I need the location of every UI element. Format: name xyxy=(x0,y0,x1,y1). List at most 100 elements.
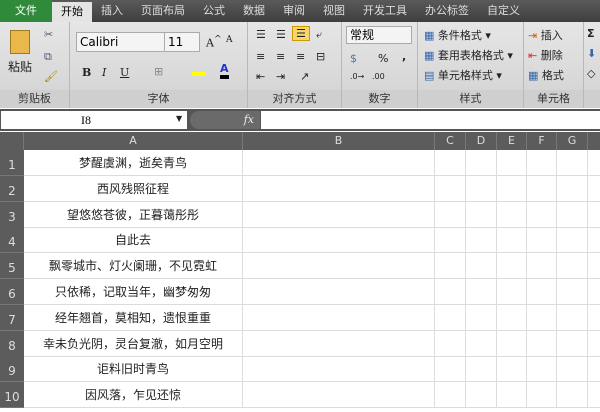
increase-decimal-icon[interactable]: .0→ xyxy=(350,72,364,81)
cell[interactable] xyxy=(527,227,557,254)
cell[interactable] xyxy=(466,253,497,280)
cell[interactable] xyxy=(243,279,435,305)
cell[interactable] xyxy=(527,175,557,202)
tab-office-tab[interactable]: 办公标签 xyxy=(416,0,478,22)
cell[interactable] xyxy=(466,201,497,228)
cell[interactable] xyxy=(435,150,466,176)
name-box[interactable]: I8 xyxy=(1,111,187,129)
wrap-text-icon[interactable]: ⤶ xyxy=(316,28,322,42)
row-header[interactable]: 9 xyxy=(0,356,24,383)
column-header-g[interactable]: G xyxy=(557,132,588,150)
row-header[interactable]: 4 xyxy=(0,227,24,254)
cell-a[interactable]: 飘零城市、灯火阑珊，不见霓虹 xyxy=(24,253,243,280)
name-box-dropdown-icon[interactable]: ▼ xyxy=(176,114,182,123)
decrease-indent-icon[interactable]: ⇤ xyxy=(256,70,265,83)
cell[interactable] xyxy=(527,279,557,305)
column-header-b[interactable]: B xyxy=(243,132,435,150)
cell[interactable] xyxy=(557,201,588,228)
formula-input[interactable] xyxy=(261,111,600,129)
select-all-button[interactable] xyxy=(0,132,24,150)
increase-indent-icon[interactable]: ⇥ xyxy=(276,70,285,83)
cell[interactable] xyxy=(557,356,588,383)
cell[interactable] xyxy=(435,382,466,409)
cell[interactable] xyxy=(527,150,557,176)
cell[interactable] xyxy=(243,175,435,202)
cell[interactable] xyxy=(435,330,466,357)
cell[interactable] xyxy=(466,382,497,409)
tab-formulas[interactable]: 公式 xyxy=(194,0,234,22)
comma-button[interactable]: , xyxy=(402,50,406,63)
cut-icon[interactable]: ✂ xyxy=(44,28,53,41)
cell[interactable] xyxy=(435,201,466,228)
tab-view[interactable]: 视图 xyxy=(314,0,354,22)
autosum-button[interactable]: Σ xyxy=(587,27,595,40)
align-left-icon[interactable]: ≡ xyxy=(256,50,265,63)
cell[interactable] xyxy=(497,253,527,280)
cell[interactable] xyxy=(435,356,466,383)
column-header-c[interactable]: C xyxy=(435,132,466,150)
tab-file[interactable]: 文件 xyxy=(0,0,52,22)
format-as-table-button[interactable]: ▦ 套用表格格式 ▾ xyxy=(424,47,513,63)
copy-icon[interactable]: ⧉ xyxy=(44,50,52,64)
cell-a[interactable]: 只依稀，记取当年，幽梦匆匆 xyxy=(24,279,243,305)
cell-styles-button[interactable]: ▤ 单元格样式 ▾ xyxy=(424,67,502,83)
cell[interactable] xyxy=(435,175,466,202)
tab-custom[interactable]: 自定义 xyxy=(478,0,529,22)
row-header[interactable]: 7 xyxy=(0,304,24,331)
cell[interactable] xyxy=(497,279,527,305)
cell[interactable] xyxy=(497,382,527,409)
cell[interactable] xyxy=(557,253,588,280)
delete-cells-button[interactable]: ⇤ 删除 xyxy=(528,47,563,63)
column-header-d[interactable]: D xyxy=(466,132,497,150)
tab-developer[interactable]: 开发工具 xyxy=(354,0,416,22)
cell[interactable] xyxy=(243,382,435,409)
cell[interactable] xyxy=(243,304,435,331)
row-header[interactable]: 1 xyxy=(0,150,24,176)
font-size-select[interactable]: 11 xyxy=(164,32,200,52)
underline-button[interactable]: U xyxy=(120,66,129,79)
insert-function-button[interactable]: fx xyxy=(190,111,260,129)
cell[interactable] xyxy=(557,227,588,254)
grow-font-icon[interactable]: A^ xyxy=(206,34,222,50)
cell[interactable] xyxy=(243,201,435,228)
orientation-icon[interactable]: ↗ xyxy=(300,70,309,83)
cell-a[interactable]: 经年翘首，莫相知，遗恨重重 xyxy=(24,304,243,331)
percent-button[interactable]: % xyxy=(378,52,388,65)
tab-data[interactable]: 数据 xyxy=(234,0,274,22)
cell[interactable] xyxy=(466,304,497,331)
cell[interactable] xyxy=(527,330,557,357)
font-color-icon[interactable]: A xyxy=(220,62,229,79)
cell[interactable] xyxy=(527,382,557,409)
align-right-icon[interactable]: ≡ xyxy=(296,50,305,63)
row-header[interactable]: 10 xyxy=(0,382,24,409)
cell[interactable] xyxy=(527,304,557,331)
format-cells-button[interactable]: ▦ 格式 xyxy=(528,67,564,83)
cell[interactable] xyxy=(435,253,466,280)
cell[interactable] xyxy=(527,201,557,228)
cell[interactable] xyxy=(497,150,527,176)
cell[interactable] xyxy=(435,304,466,331)
cell-a[interactable]: 因风落，乍见还惊 xyxy=(24,382,243,409)
cell[interactable] xyxy=(557,279,588,305)
cell[interactable] xyxy=(497,330,527,357)
paste-button[interactable]: 粘贴 xyxy=(8,58,32,75)
align-top-icon[interactable]: ☰ xyxy=(256,28,266,41)
cell[interactable] xyxy=(243,253,435,280)
insert-cells-button[interactable]: ⇥ 插入 xyxy=(528,27,563,43)
cell[interactable] xyxy=(466,356,497,383)
column-header-f[interactable]: F xyxy=(527,132,557,150)
cell[interactable] xyxy=(243,356,435,383)
cell[interactable] xyxy=(557,175,588,202)
cell[interactable] xyxy=(466,227,497,254)
cell[interactable] xyxy=(435,279,466,305)
cell-a[interactable]: 幸未负光阴，灵台复澈，如月空明 xyxy=(24,330,243,357)
cell-a[interactable]: 讵料旧时青鸟 xyxy=(24,356,243,383)
cell[interactable] xyxy=(243,227,435,254)
align-bottom-icon[interactable]: ☰ xyxy=(292,26,310,41)
cell[interactable] xyxy=(527,253,557,280)
bold-button[interactable]: B xyxy=(82,66,91,79)
format-painter-icon[interactable]: 🖌 xyxy=(44,70,58,83)
row-header[interactable]: 2 xyxy=(0,175,24,202)
italic-button[interactable]: I xyxy=(102,66,106,79)
cell[interactable] xyxy=(557,150,588,176)
